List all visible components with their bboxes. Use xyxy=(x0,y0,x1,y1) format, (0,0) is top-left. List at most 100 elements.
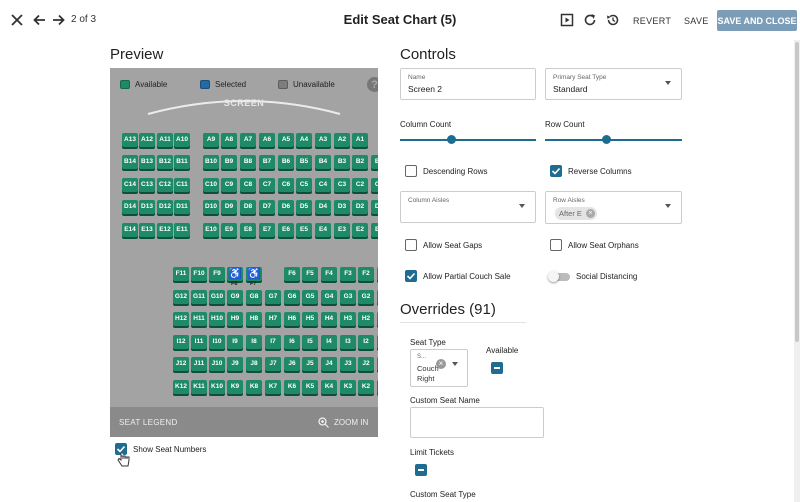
seat[interactable]: I8 xyxy=(246,335,262,349)
seat[interactable]: C9 xyxy=(221,178,237,192)
seat[interactable]: E11 xyxy=(174,223,190,237)
seat[interactable]: D4 xyxy=(315,200,331,214)
seat[interactable]: E10 xyxy=(203,223,219,237)
seat[interactable]: I9 xyxy=(227,335,243,349)
seat[interactable]: K6 xyxy=(284,380,300,394)
seat[interactable]: D9 xyxy=(221,200,237,214)
seat[interactable]: C4 xyxy=(315,178,331,192)
seat[interactable]: F11 xyxy=(173,267,189,281)
seat[interactable]: F5 xyxy=(302,267,318,281)
seat-legend-button[interactable]: SEAT LEGEND xyxy=(119,418,178,427)
seat[interactable]: H2 xyxy=(358,312,374,326)
seat[interactable]: A9 xyxy=(203,133,219,147)
seat[interactable]: G12 xyxy=(173,290,189,304)
seat[interactable]: B14 xyxy=(122,155,138,169)
seat[interactable]: F1 xyxy=(377,267,378,281)
seat[interactable]: K10 xyxy=(209,380,225,394)
row-aisles-select[interactable]: Row Aisles After E × xyxy=(545,191,682,224)
seat[interactable]: F2 xyxy=(358,267,374,281)
seat[interactable]: I3 xyxy=(340,335,356,349)
seat[interactable]: D13 xyxy=(139,200,155,214)
seat[interactable]: A2 xyxy=(334,133,350,147)
seat[interactable]: E14 xyxy=(122,223,138,237)
seat[interactable]: I6 xyxy=(284,335,300,349)
seat[interactable]: B3 xyxy=(334,155,350,169)
seat[interactable]: H7 xyxy=(265,312,281,326)
column-count-thumb[interactable] xyxy=(447,135,457,144)
seat[interactable]: J9 xyxy=(227,357,243,371)
seat[interactable]: A4 xyxy=(296,133,312,147)
seat[interactable]: D6 xyxy=(278,200,294,214)
seat[interactable]: J3 xyxy=(340,357,356,371)
seat[interactable]: G1 xyxy=(377,290,378,304)
seat[interactable]: I5 xyxy=(302,335,318,349)
seat[interactable]: E3 xyxy=(334,223,350,237)
seat[interactable]: J10 xyxy=(209,357,225,371)
seat[interactable]: H8 xyxy=(246,312,262,326)
limit-tickets-indeterminate-checkbox[interactable] xyxy=(415,464,427,476)
seat[interactable]: I10 xyxy=(209,335,225,349)
seat[interactable]: A12 xyxy=(139,133,155,147)
seat[interactable]: C12 xyxy=(157,178,173,192)
seat[interactable]: A11 xyxy=(157,133,173,147)
seat[interactable]: F10 xyxy=(191,267,207,281)
seat[interactable]: K5 xyxy=(302,380,318,394)
seat[interactable]: E8 xyxy=(240,223,256,237)
chip-remove-icon[interactable]: × xyxy=(585,209,595,218)
seat[interactable]: I11 xyxy=(191,335,207,349)
custom-seat-name-input[interactable] xyxy=(410,407,544,438)
seat[interactable]: K2 xyxy=(358,380,374,394)
revert-button[interactable]: REVERT xyxy=(633,11,671,31)
seat[interactable]: G7 xyxy=(265,290,281,304)
seat[interactable]: B2 xyxy=(352,155,368,169)
seat[interactable]: J12 xyxy=(173,357,189,371)
seat[interactable]: F6 xyxy=(284,267,300,281)
seat[interactable]: B11 xyxy=(174,155,190,169)
seat[interactable]: G4 xyxy=(321,290,337,304)
column-aisles-select[interactable]: Column Aisles xyxy=(400,191,536,223)
seat[interactable]: H11 xyxy=(191,312,207,326)
preview-screen-icon[interactable] xyxy=(557,10,577,30)
seat[interactable]: C11 xyxy=(174,178,190,192)
seat[interactable]: G2 xyxy=(358,290,374,304)
seat[interactable]: B5 xyxy=(296,155,312,169)
seat[interactable]: G5 xyxy=(302,290,318,304)
name-field[interactable]: Name Screen 2 xyxy=(400,68,536,100)
seat[interactable]: J4 xyxy=(321,357,337,371)
arrow-right-icon[interactable] xyxy=(48,10,68,30)
seat[interactable]: G8 xyxy=(246,290,262,304)
seat[interactable]: E7 xyxy=(259,223,275,237)
seat[interactable]: K3 xyxy=(340,380,356,394)
seat[interactable]: E4 xyxy=(315,223,331,237)
seat[interactable]: I2 xyxy=(358,335,374,349)
seat[interactable]: C8 xyxy=(240,178,256,192)
seat[interactable]: I12 xyxy=(173,335,189,349)
seat[interactable]: J2 xyxy=(358,357,374,371)
seat[interactable]: C2 xyxy=(352,178,368,192)
seat[interactable]: D7 xyxy=(259,200,275,214)
seat[interactable]: B6 xyxy=(278,155,294,169)
seat[interactable]: J7 xyxy=(265,357,281,371)
seat[interactable]: E1 xyxy=(371,223,378,237)
seat[interactable]: K4 xyxy=(321,380,337,394)
seat[interactable]: D11 xyxy=(174,200,190,214)
seat[interactable]: A8 xyxy=(221,133,237,147)
clear-icon[interactable]: × xyxy=(436,359,446,369)
seat[interactable]: C1 xyxy=(371,178,378,192)
seat[interactable]: E13 xyxy=(139,223,155,237)
seat[interactable]: H5 xyxy=(302,312,318,326)
seat[interactable]: E6 xyxy=(278,223,294,237)
seat[interactable]: H9 xyxy=(227,312,243,326)
seat[interactable]: D10 xyxy=(203,200,219,214)
close-icon[interactable] xyxy=(7,10,27,30)
seat[interactable]: C7 xyxy=(259,178,275,192)
seat-type-select[interactable]: S... Couch Right × xyxy=(410,349,468,387)
seat[interactable]: A6 xyxy=(259,133,275,147)
seat[interactable]: I7 xyxy=(265,335,281,349)
seat[interactable]: H1 xyxy=(377,312,378,326)
seat[interactable]: K11 xyxy=(191,380,207,394)
available-indeterminate-checkbox[interactable] xyxy=(491,362,503,374)
seat[interactable]: B4 xyxy=(315,155,331,169)
seat[interactable]: ♿ xyxy=(246,267,262,281)
reverse-columns-checkbox[interactable] xyxy=(550,165,562,177)
